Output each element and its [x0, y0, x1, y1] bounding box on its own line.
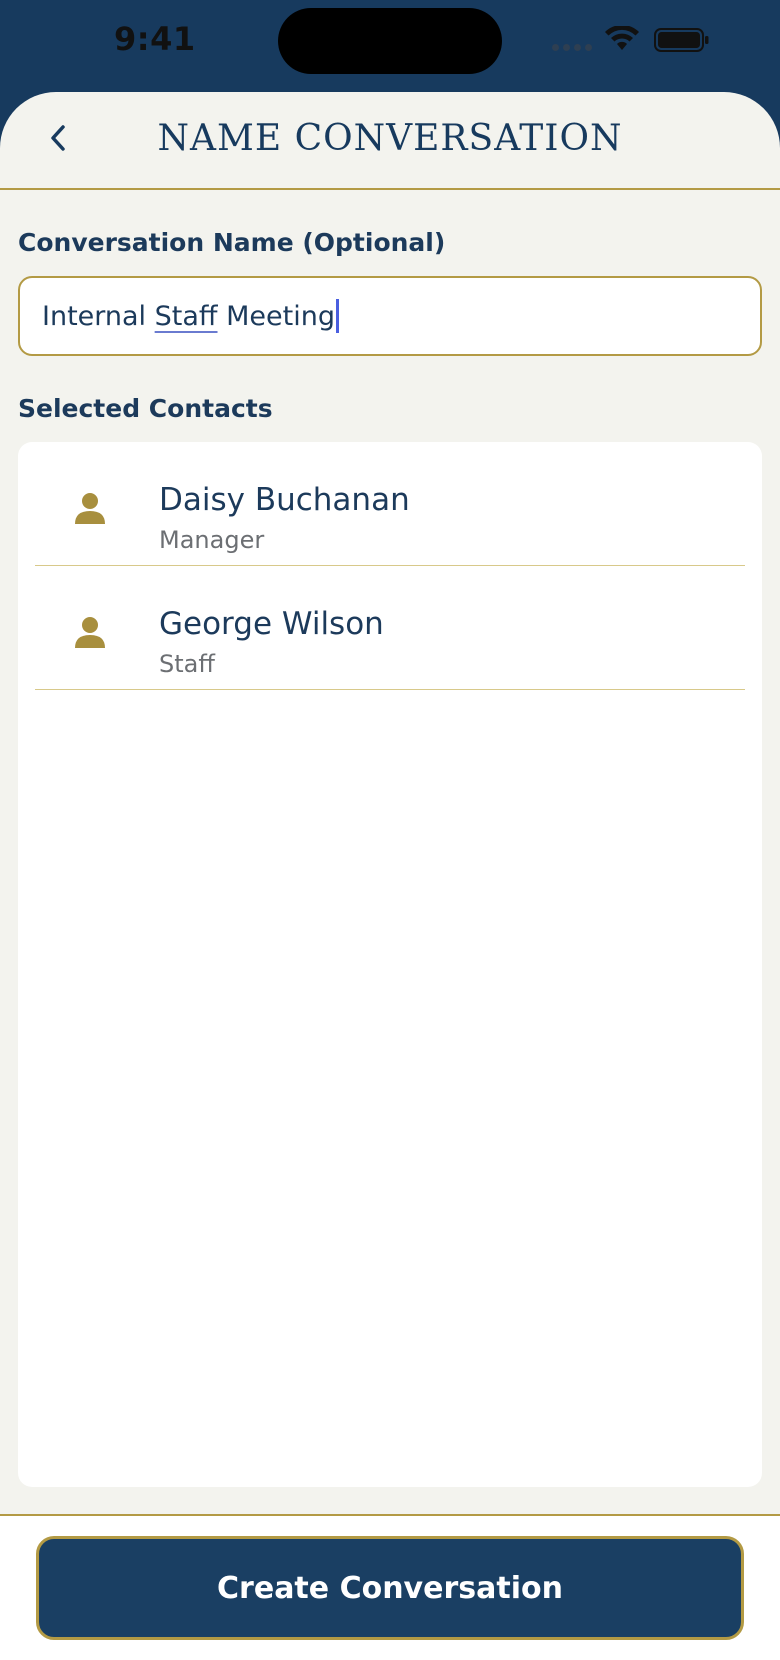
- create-conversation-label: Create Conversation: [217, 1570, 563, 1606]
- dynamic-island: [278, 8, 502, 74]
- modal-sheet: Name Conversation Conversation Name (Opt…: [0, 92, 780, 1660]
- status-bar: 9:41: [0, 0, 780, 92]
- wifi-icon: [605, 26, 639, 50]
- battery-icon: [654, 28, 709, 52]
- input-value: Internal Staff Meeting: [42, 300, 335, 332]
- conversation-name-input[interactable]: Internal Staff Meeting: [18, 276, 762, 356]
- person-icon: [75, 617, 105, 648]
- contact-row[interactable]: Daisy Buchanan Manager: [35, 442, 745, 566]
- contacts-list: Daisy Buchanan Manager George Wilson Sta…: [18, 442, 762, 1487]
- create-conversation-button[interactable]: Create Conversation: [36, 1536, 744, 1640]
- nav-bar: Name Conversation: [0, 92, 780, 190]
- contact-role: Manager: [159, 526, 265, 554]
- footer-bar: Create Conversation: [0, 1514, 780, 1660]
- contact-name: George Wilson: [159, 606, 384, 642]
- contact-name: Daisy Buchanan: [159, 482, 410, 518]
- contact-row[interactable]: George Wilson Staff: [35, 566, 745, 690]
- text-caret: [335, 299, 339, 333]
- status-time: 9:41: [114, 20, 196, 58]
- selected-contacts-label: Selected Contacts: [18, 394, 273, 423]
- spellcheck-word: Staff: [154, 300, 218, 332]
- signal-icon: [552, 44, 594, 52]
- contact-role: Staff: [159, 650, 215, 678]
- person-icon: [75, 493, 105, 524]
- conversation-name-label: Conversation Name (Optional): [18, 228, 446, 257]
- page-title: Name Conversation: [157, 118, 623, 159]
